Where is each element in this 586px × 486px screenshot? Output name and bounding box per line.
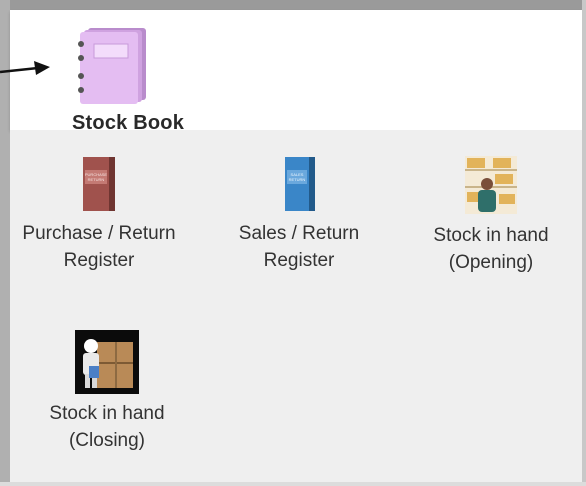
stock-closing-boxes-icon: [75, 330, 139, 394]
screen: Stock Book PURCHASE RETURN Purchase / Re…: [0, 0, 586, 486]
tile-label-line2: Register: [63, 250, 135, 271]
top-border: [0, 0, 586, 10]
tile-label-line2: (Opening): [448, 252, 534, 273]
tile-purchase-return-register[interactable]: PURCHASE RETURN Purchase / Return Regist…: [9, 154, 189, 274]
tile-label-line1: Stock in hand: [433, 225, 549, 246]
arrow-pointer-icon: [0, 61, 50, 75]
stock-book-icon: [78, 28, 146, 104]
right-border: [582, 0, 586, 486]
tile-stock-in-hand-closing[interactable]: Stock in hand (Closing): [17, 330, 197, 454]
bottom-border: [0, 482, 586, 486]
tile-sales-return-register[interactable]: SALES RETURN Sales / Return Register: [209, 154, 389, 274]
tile-label-line1: Sales / Return: [238, 223, 360, 244]
tile-stock-in-hand-opening[interactable]: Stock in hand (Opening): [401, 154, 581, 276]
sales-register-book-icon: SALES RETURN: [285, 157, 315, 211]
tile-label-line2: (Closing): [68, 430, 146, 451]
stock-book-menu-grid: PURCHASE RETURN Purchase / Return Regist…: [10, 130, 582, 482]
tile-label-line1: Purchase / Return: [22, 223, 176, 244]
svg-text:RETURN: RETURN: [289, 177, 306, 182]
tile-label-line2: Register: [263, 250, 335, 271]
stock-book-header[interactable]: Stock Book: [10, 10, 582, 134]
purchase-register-book-icon: PURCHASE RETURN: [83, 157, 115, 211]
tile-label-line1: Stock in hand: [49, 403, 165, 424]
svg-text:RETURN: RETURN: [88, 177, 105, 182]
stock-opening-shelves-icon: [465, 156, 517, 214]
